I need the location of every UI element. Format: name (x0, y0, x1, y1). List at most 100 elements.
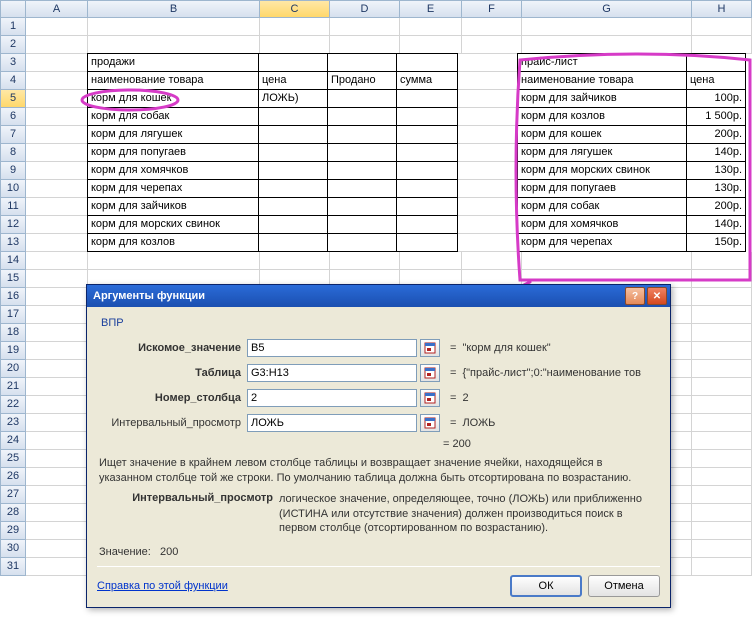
cell-E11[interactable] (396, 197, 458, 216)
cell-A20[interactable] (26, 360, 88, 378)
cell-A19[interactable] (26, 342, 88, 360)
cell-C10[interactable] (258, 179, 328, 198)
cell-A21[interactable] (26, 378, 88, 396)
cell-G3[interactable]: прайс-лист (517, 53, 687, 72)
cell-F4[interactable] (458, 72, 518, 90)
cell-A22[interactable] (26, 396, 88, 414)
row-header-25[interactable]: 25 (0, 450, 26, 468)
cell-G10[interactable]: корм для попугаев (517, 179, 687, 198)
row-header-3[interactable]: 3 (0, 54, 26, 72)
cell-B6[interactable]: корм для собак (87, 107, 259, 126)
cell-D8[interactable] (327, 143, 397, 162)
select-all-corner[interactable] (0, 0, 26, 18)
cell-B9[interactable]: корм для хомячков (87, 161, 259, 180)
close-button[interactable]: ✕ (647, 287, 667, 305)
cell-A28[interactable] (26, 504, 88, 522)
cell-H30[interactable] (692, 540, 752, 558)
col-header-A[interactable]: A (26, 0, 88, 18)
row-header-14[interactable]: 14 (0, 252, 26, 270)
cell-H4[interactable]: цена (686, 71, 746, 90)
cell-F3[interactable] (458, 54, 518, 72)
cell-A15[interactable] (26, 270, 88, 288)
cell-F6[interactable] (458, 108, 518, 126)
cell-H11[interactable]: 200р. (686, 197, 746, 216)
cell-C13[interactable] (258, 233, 328, 252)
col-header-E[interactable]: E (400, 0, 462, 18)
cell-G4[interactable]: наименование товара (517, 71, 687, 90)
cell-H13[interactable]: 150р. (686, 233, 746, 252)
col-header-B[interactable]: B (88, 0, 260, 18)
cell-E4[interactable]: сумма (396, 71, 458, 90)
cell-A5[interactable] (26, 90, 88, 108)
row-header-11[interactable]: 11 (0, 198, 26, 216)
cell-C1[interactable] (260, 18, 330, 36)
cell-F1[interactable] (462, 18, 522, 36)
cell-F14[interactable] (462, 252, 522, 270)
row-header-7[interactable]: 7 (0, 126, 26, 144)
cell-H15[interactable] (692, 270, 752, 288)
row-header-24[interactable]: 24 (0, 432, 26, 450)
cell-B14[interactable] (88, 252, 260, 270)
row-header-27[interactable]: 27 (0, 486, 26, 504)
row-header-2[interactable]: 2 (0, 36, 26, 54)
cell-G8[interactable]: корм для лягушек (517, 143, 687, 162)
cell-G9[interactable]: корм для морских свинок (517, 161, 687, 180)
cell-C12[interactable] (258, 215, 328, 234)
table-input[interactable] (247, 364, 417, 382)
cell-H17[interactable] (692, 306, 752, 324)
cell-F8[interactable] (458, 144, 518, 162)
cell-A4[interactable] (26, 72, 88, 90)
row-header-18[interactable]: 18 (0, 324, 26, 342)
ref-button-col[interactable] (420, 389, 440, 407)
cell-G13[interactable]: корм для черепах (517, 233, 687, 252)
cell-E13[interactable] (396, 233, 458, 252)
row-header-12[interactable]: 12 (0, 216, 26, 234)
cell-H21[interactable] (692, 378, 752, 396)
cell-H8[interactable]: 140р. (686, 143, 746, 162)
cell-H23[interactable] (692, 414, 752, 432)
cell-D1[interactable] (330, 18, 400, 36)
cell-D14[interactable] (330, 252, 400, 270)
cell-E7[interactable] (396, 125, 458, 144)
cell-D10[interactable] (327, 179, 397, 198)
row-header-22[interactable]: 22 (0, 396, 26, 414)
cell-H16[interactable] (692, 288, 752, 306)
row-header-4[interactable]: 4 (0, 72, 26, 90)
cell-H18[interactable] (692, 324, 752, 342)
help-button[interactable]: ? (625, 287, 645, 305)
cell-G2[interactable] (522, 36, 692, 54)
cell-A2[interactable] (26, 36, 88, 54)
cell-E9[interactable] (396, 161, 458, 180)
row-header-1[interactable]: 1 (0, 18, 26, 36)
col-header-H[interactable]: H (692, 0, 752, 18)
cell-E12[interactable] (396, 215, 458, 234)
row-header-5[interactable]: 5 (0, 90, 26, 108)
dialog-titlebar[interactable]: Аргументы функции ? ✕ (87, 285, 670, 307)
cell-G6[interactable]: корм для козлов (517, 107, 687, 126)
cell-H28[interactable] (692, 504, 752, 522)
cell-A14[interactable] (26, 252, 88, 270)
row-header-26[interactable]: 26 (0, 468, 26, 486)
cell-H7[interactable]: 200р. (686, 125, 746, 144)
ok-button[interactable]: ОК (510, 575, 582, 597)
row-header-30[interactable]: 30 (0, 540, 26, 558)
cell-H12[interactable]: 140р. (686, 215, 746, 234)
cell-D3[interactable] (327, 53, 397, 72)
cell-A23[interactable] (26, 414, 88, 432)
cell-G7[interactable]: корм для кошек (517, 125, 687, 144)
cell-D12[interactable] (327, 215, 397, 234)
cell-D11[interactable] (327, 197, 397, 216)
cell-A6[interactable] (26, 108, 88, 126)
cell-H10[interactable]: 130р. (686, 179, 746, 198)
cell-H5[interactable]: 100р. (686, 89, 746, 108)
row-header-16[interactable]: 16 (0, 288, 26, 306)
cell-C14[interactable] (260, 252, 330, 270)
ref-button-table[interactable] (420, 364, 440, 382)
cell-B11[interactable]: корм для зайчиков (87, 197, 259, 216)
cell-D6[interactable] (327, 107, 397, 126)
cell-E8[interactable] (396, 143, 458, 162)
col-header-F[interactable]: F (462, 0, 522, 18)
range-input[interactable] (247, 414, 417, 432)
row-header-28[interactable]: 28 (0, 504, 26, 522)
cell-G14[interactable] (522, 252, 692, 270)
